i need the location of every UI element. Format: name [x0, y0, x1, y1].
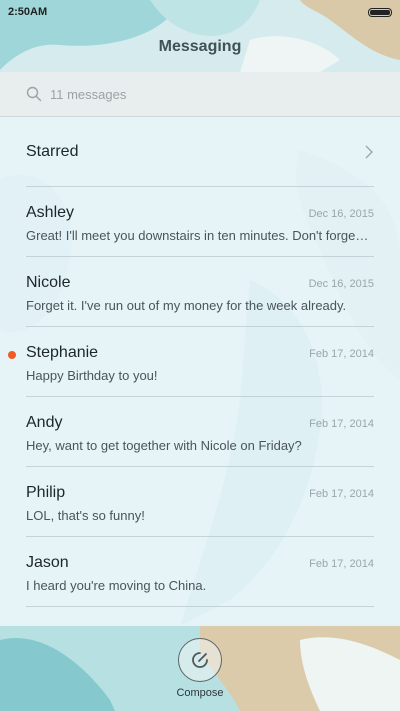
contact-name: Nicole: [26, 274, 71, 291]
status-bar: 2:50AM: [0, 0, 400, 24]
contact-name: Jason: [26, 554, 69, 571]
message-date: Feb 17, 2014: [309, 418, 374, 430]
conversation-row[interactable]: Andy Feb 17, 2014 Hey, want to get toget…: [26, 397, 374, 467]
message-date: Feb 17, 2014: [309, 558, 374, 570]
compose-label: Compose: [176, 687, 224, 699]
contact-name: Andy: [26, 414, 63, 431]
message-preview: I heard you're moving to China.: [26, 578, 207, 593]
message-date: Dec 16, 2015: [308, 208, 374, 220]
conversation-row[interactable]: Philip Feb 17, 2014 LOL, that's so funny…: [26, 467, 374, 537]
conversation-row[interactable]: Stephanie Feb 17, 2014 Happy Birthday to…: [8, 327, 374, 397]
message-preview: Hey, want to get together with Nicole on…: [26, 438, 302, 453]
chevron-right-icon: [365, 145, 373, 158]
battery-icon: [368, 7, 392, 17]
message-preview: Happy Birthday to you!: [26, 368, 158, 383]
compose-button[interactable]: [178, 638, 222, 682]
conversation-row[interactable]: Jason Feb 17, 2014 I heard you're moving…: [26, 537, 374, 607]
search-input[interactable]: 11 messages: [0, 72, 400, 117]
message-date: Feb 17, 2014: [309, 488, 374, 500]
page-title: Messaging: [158, 38, 242, 55]
conversation-list: Starred Ashley Dec 16, 2015 Great! I'll …: [0, 117, 400, 607]
unread-indicator: [8, 351, 16, 359]
compose-area: Compose: [0, 638, 400, 699]
search-icon: [26, 86, 42, 102]
conversation-row[interactable]: Nicole Dec 16, 2015 Forget it. I've run …: [26, 257, 374, 327]
contact-name: Ashley: [26, 204, 75, 221]
search-placeholder: 11 messages: [50, 86, 127, 102]
status-time: 2:50AM: [8, 6, 48, 18]
starred-label: Starred: [26, 142, 79, 160]
message-preview: Forget it. I've run out of my money for …: [26, 298, 347, 313]
contact-name: Philip: [26, 484, 66, 501]
message-date: Dec 16, 2015: [308, 278, 374, 290]
message-date: Feb 17, 2014: [309, 348, 374, 360]
message-preview: Great! I'll meet you downstairs in ten m…: [26, 228, 369, 243]
compose-icon: [192, 652, 208, 668]
conversation-row[interactable]: Ashley Dec 16, 2015 Great! I'll meet you…: [26, 187, 374, 257]
battery-fill: [370, 9, 390, 15]
message-preview: LOL, that's so funny!: [26, 508, 145, 523]
contact-name: Stephanie: [26, 344, 99, 361]
starred-row[interactable]: Starred: [26, 117, 374, 187]
